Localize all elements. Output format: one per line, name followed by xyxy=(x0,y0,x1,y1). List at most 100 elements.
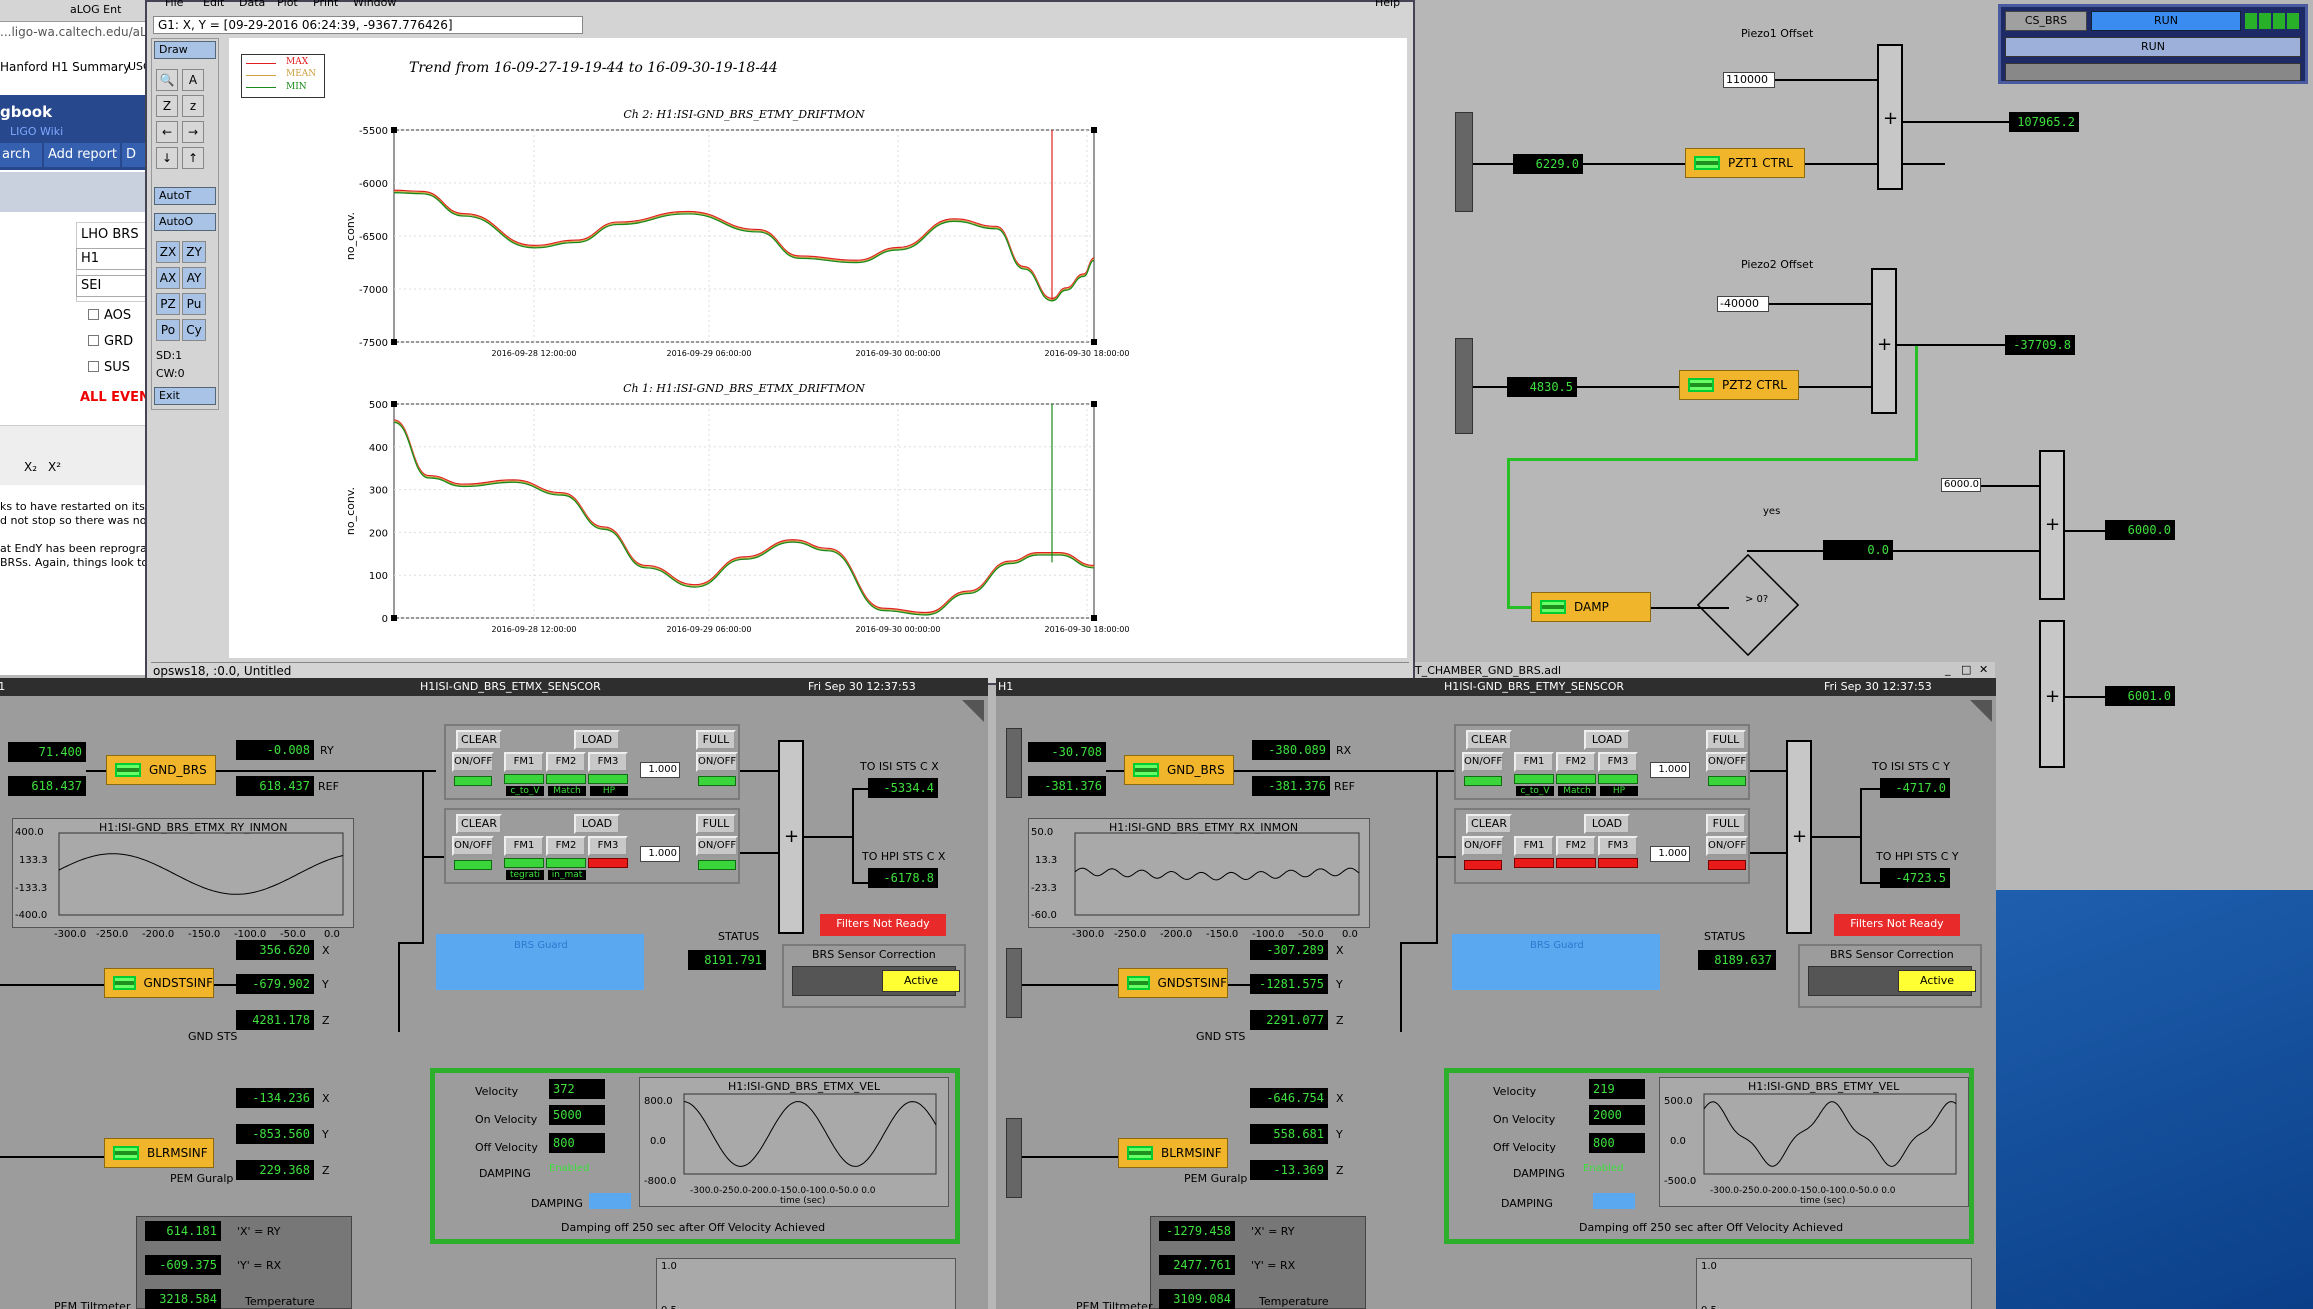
gain-field[interactable]: 1.000 xyxy=(640,762,680,778)
url-bar[interactable]: ...ligo-wa.caltech.edu/aLO xyxy=(0,25,156,39)
blrmsinf-button[interactable]: BLRMSINF xyxy=(104,1138,214,1168)
zy-button[interactable]: ZY xyxy=(182,241,206,263)
minimize-icon[interactable]: _ xyxy=(1945,663,1951,676)
clear-button[interactable]: CLEAR xyxy=(1466,814,1512,834)
draw-button[interactable]: Draw xyxy=(154,41,216,59)
exit-button[interactable]: Exit xyxy=(154,387,216,405)
resize-handle[interactable] xyxy=(1091,339,1097,345)
load-button[interactable]: LOAD xyxy=(574,814,620,834)
resize-handle[interactable] xyxy=(1091,615,1097,621)
cy-button[interactable]: Cy xyxy=(182,319,206,341)
browser-tab[interactable]: aLOG Ent xyxy=(0,0,150,22)
zx-button[interactable]: ZX xyxy=(156,241,180,263)
pan-left-icon[interactable]: ← xyxy=(156,121,178,143)
damping-toggle[interactable] xyxy=(1593,1193,1635,1209)
bookmark-summary[interactable]: Hanford H1 Summary xyxy=(0,60,130,74)
gain-field[interactable]: 1.000 xyxy=(640,846,680,862)
input-onoff-button[interactable]: ON/OFF xyxy=(452,752,494,772)
menu-window[interactable]: Window xyxy=(353,0,396,9)
clear-button[interactable]: CLEAR xyxy=(456,814,502,834)
gain-field[interactable]: 1.000 xyxy=(1650,846,1690,862)
ligo-wiki-link[interactable]: LIGO Wiki xyxy=(10,125,63,138)
menu-help[interactable]: Help xyxy=(1375,0,1400,9)
resize-handle[interactable] xyxy=(391,615,397,621)
maximize-icon[interactable]: □ xyxy=(1961,663,1971,676)
zoom-in-icon[interactable]: 🔍 xyxy=(156,69,178,91)
fm1-button[interactable]: FM1 xyxy=(504,752,544,772)
pu-button[interactable]: Pu xyxy=(182,293,206,315)
output-onoff-button[interactable]: ON/OFF xyxy=(1706,836,1748,856)
autoo-button[interactable]: AutoO xyxy=(154,213,216,231)
clear-button[interactable]: CLEAR xyxy=(1466,730,1512,750)
menu-data[interactable]: Data xyxy=(239,0,265,9)
full-button[interactable]: FULL xyxy=(696,730,736,750)
gndstsinf-button[interactable]: GNDSTSINF xyxy=(1118,968,1228,998)
section-field[interactable]: SEI xyxy=(76,275,150,297)
gnd-brs-button[interactable]: GND_BRS xyxy=(106,755,216,785)
piezo2-offset-input[interactable]: -40000 xyxy=(1717,296,1769,312)
brs-guard-button[interactable]: BRS Guard xyxy=(1452,934,1660,990)
resize-handle[interactable] xyxy=(391,401,397,407)
load-button[interactable]: LOAD xyxy=(1584,814,1630,834)
system-field[interactable]: H1 xyxy=(76,248,150,270)
fm1-button[interactable]: FM1 xyxy=(1514,752,1554,772)
menu-print[interactable]: Print xyxy=(313,0,338,9)
resize-handle[interactable] xyxy=(1091,401,1097,407)
resize-handle[interactable] xyxy=(391,339,397,345)
resize-handle[interactable] xyxy=(1091,127,1097,133)
active-button[interactable]: Active xyxy=(882,970,960,992)
search-tab[interactable]: arch xyxy=(0,143,42,167)
run-select[interactable]: RUN xyxy=(2005,37,2301,57)
gndstsinf-button[interactable]: GNDSTSINF xyxy=(104,968,214,998)
input-onoff-button[interactable]: ON/OFF xyxy=(1462,836,1504,856)
fm2-button[interactable]: FM2 xyxy=(546,752,586,772)
pz-button[interactable]: PZ xyxy=(156,293,180,315)
autot-button[interactable]: AutoT xyxy=(154,187,216,205)
zoom-x-icon[interactable]: Z xyxy=(156,95,178,117)
output-onoff-button[interactable]: ON/OFF xyxy=(1706,752,1748,772)
add-report-tab[interactable]: Add report xyxy=(44,143,120,167)
load-button[interactable]: LOAD xyxy=(574,730,620,750)
brs-guard-button[interactable]: BRS Guard xyxy=(436,934,644,990)
load-button[interactable]: LOAD xyxy=(1584,730,1630,750)
po-button[interactable]: Po xyxy=(156,319,180,341)
ay-button[interactable]: AY xyxy=(182,267,206,289)
fm2-button[interactable]: FM2 xyxy=(1556,752,1596,772)
blrmsinf-button[interactable]: BLRMSINF xyxy=(1118,1138,1228,1168)
fm2-button[interactable]: FM2 xyxy=(1556,836,1596,856)
gain-field[interactable]: 1.000 xyxy=(1650,762,1690,778)
fm3-button[interactable]: FM3 xyxy=(588,836,628,856)
close-icon[interactable]: ✕ xyxy=(1979,663,1988,676)
pan-up-icon[interactable]: ↑ xyxy=(182,147,204,169)
menu-edit[interactable]: Edit xyxy=(203,0,224,9)
fm3-button[interactable]: FM3 xyxy=(588,752,628,772)
input-onoff-button[interactable]: ON/OFF xyxy=(452,836,494,856)
superscript-button[interactable]: X² xyxy=(48,460,61,474)
pzt1-ctrl-button[interactable]: PZT1 CTRL xyxy=(1685,148,1805,178)
fm3-button[interactable]: FM3 xyxy=(1598,752,1638,772)
pan-right-icon[interactable]: → xyxy=(182,121,204,143)
full-button[interactable]: FULL xyxy=(696,814,736,834)
task-item[interactable]: LHO BRS xyxy=(81,227,139,242)
cs-brs-button[interactable]: CS_BRS xyxy=(2005,11,2087,31)
fm2-button[interactable]: FM2 xyxy=(546,836,586,856)
damping-toggle[interactable] xyxy=(589,1193,631,1209)
full-button[interactable]: FULL xyxy=(1706,814,1746,834)
full-button[interactable]: FULL xyxy=(1706,730,1746,750)
fm3-button[interactable]: FM3 xyxy=(1598,836,1638,856)
ax-button[interactable]: AX xyxy=(156,267,180,289)
fm1-button[interactable]: FM1 xyxy=(504,836,544,856)
pan-down-icon[interactable]: ↓ xyxy=(156,147,178,169)
output-onoff-button[interactable]: ON/OFF xyxy=(696,752,738,772)
active-button[interactable]: Active xyxy=(1898,970,1976,992)
fm1-button[interactable]: FM1 xyxy=(1514,836,1554,856)
clear-button[interactable]: CLEAR xyxy=(456,730,502,750)
damp-button[interactable]: DAMP xyxy=(1531,592,1651,622)
zoom-y-icon[interactable]: z xyxy=(182,95,204,117)
text-tool-icon[interactable]: A xyxy=(182,69,204,91)
resize-handle[interactable] xyxy=(391,127,397,133)
pzt2-ctrl-button[interactable]: PZT2 CTRL xyxy=(1679,370,1799,400)
input-onoff-button[interactable]: ON/OFF xyxy=(1462,752,1504,772)
piezo1-offset-input[interactable]: 110000 xyxy=(1723,72,1775,88)
gnd-brs-button[interactable]: GND_BRS xyxy=(1124,755,1234,785)
